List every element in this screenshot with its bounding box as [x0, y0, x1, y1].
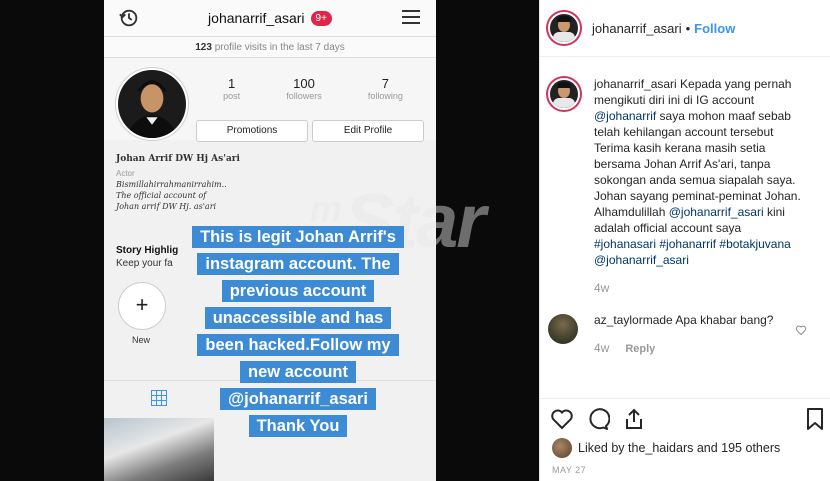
stat-value: 100 [293, 76, 315, 91]
screen: johanarrif_asari 9+ 123 profile visits i… [0, 0, 830, 481]
hashtag-links[interactable]: #johanasari #johanarrif #botakjuvana [594, 237, 791, 251]
stat-followers: 100 followers [286, 76, 322, 101]
caption-age: 4w [594, 281, 610, 295]
stat-value: 7 [381, 76, 389, 91]
edit-profile-button: Edit Profile [312, 120, 424, 142]
stat-following: 7 following [368, 76, 403, 101]
follow-button[interactable]: Follow [694, 21, 735, 36]
post-image: johanarrif_asari 9+ 123 profile visits i… [0, 0, 540, 481]
story-username: johanarrif_asari [208, 10, 305, 26]
stat-posts: 1 post [223, 76, 240, 101]
likes-text[interactable]: Liked by the_haidars and 195 others [578, 441, 780, 455]
grid-icon [151, 390, 167, 406]
comment-meta: 4w Reply [594, 340, 805, 357]
caption-line: @johanarrif_asari [220, 388, 376, 410]
story-profile-header: johanarrif_asari 9+ [104, 0, 436, 36]
caption-comment: johanarrif_asari Kepada yang pernah meng… [540, 76, 830, 296]
caption-username[interactable]: johanarrif_asari [594, 77, 677, 91]
caption-line: Thank You [248, 415, 348, 437]
author-username[interactable]: johanarrif_asari [592, 21, 682, 36]
bookmark-icon[interactable] [804, 407, 826, 431]
like-comment-heart-icon[interactable] [795, 324, 807, 336]
story-bio: Johan Arrif DW Hj As'ari Actor Bismillah… [116, 154, 240, 212]
comment-text: az_taylormade Apa khabar bang? [594, 312, 805, 328]
new-highlight-plus-icon: + [118, 282, 166, 330]
comment-body: Apa khabar bang? [672, 313, 774, 327]
mention-link[interactable]: @johanarrif_asari [669, 205, 764, 219]
caption-author-avatar[interactable] [548, 78, 580, 110]
bio-line: Johan arrif DW Hj. as'ari [116, 202, 217, 211]
stat-value: 1 [227, 76, 236, 91]
visits-count: 123 [195, 42, 212, 53]
reply-button[interactable]: Reply [625, 343, 655, 355]
comment-item: az_taylormade Apa khabar bang? 4w Reply [540, 312, 830, 357]
notification-badge: 9+ [310, 10, 332, 26]
post-side-panel: johanarrif_asari • Follow johanarrif_asa… [539, 0, 830, 481]
story-avatar [116, 68, 188, 140]
mention-link[interactable]: @johanarrif [594, 109, 656, 123]
story-caption-overlay: This is legit Johan Arrif's instagram ac… [168, 224, 428, 440]
comment-bubble-icon[interactable] [586, 407, 610, 431]
bio-category: Actor [116, 169, 135, 178]
mention-link[interactable]: @johanarrif_asari [594, 253, 689, 267]
like-heart-icon[interactable] [550, 407, 574, 431]
comment-age: 4w [594, 341, 610, 355]
watermark-prefix: m [310, 188, 342, 229]
liker-avatar [552, 438, 572, 458]
bio-name: Johan Arrif DW Hj As'ari [116, 154, 240, 164]
caption-text: johanarrif_asari Kepada yang pernah meng… [594, 76, 805, 268]
caption-line: been hacked.Follow my [197, 334, 399, 356]
caption-line: new account [240, 361, 356, 383]
separator-dot: • [685, 20, 691, 36]
profile-visits: 123 profile visits in the last 7 days [104, 36, 436, 58]
caption-line: unaccessible and has [204, 307, 392, 329]
caption-body: saya mohon maaf sebab telah kehilangan a… [594, 109, 801, 219]
comment-username[interactable]: az_taylormade [594, 313, 673, 327]
visits-text: profile visits in the last 7 days [211, 42, 345, 53]
story-stats: 1 post 100 followers 7 following [200, 76, 426, 101]
author-avatar[interactable] [548, 12, 580, 44]
commenter-avatar[interactable] [548, 314, 578, 344]
menu-icon [402, 10, 420, 24]
stat-label: following [367, 91, 403, 101]
caption-line: previous account [221, 280, 375, 302]
post-header: johanarrif_asari • Follow [540, 0, 830, 57]
promotions-button: Promotions [196, 120, 308, 142]
likes-summary[interactable]: Liked by the_haidars and 195 others [552, 438, 780, 458]
history-icon [119, 9, 138, 27]
post-actions [540, 398, 830, 438]
caption-line: instagram account. The [197, 253, 399, 275]
share-icon[interactable] [622, 407, 646, 431]
bio-line: The official account of [116, 191, 207, 200]
caption-line: This is legit Johan Arrif's [192, 226, 404, 248]
new-highlight-label: New [132, 335, 151, 345]
comments-list: johanarrif_asari Kepada yang pernah meng… [540, 76, 830, 357]
stat-label: followers [286, 91, 322, 101]
stat-label: post [223, 91, 241, 101]
story-profile-summary: 1 post 100 followers 7 following Promotions… [104, 58, 436, 142]
post-date: MAY 27 [552, 465, 587, 475]
bio-line: Bismillahirrahmanirrahim.. [116, 180, 227, 189]
